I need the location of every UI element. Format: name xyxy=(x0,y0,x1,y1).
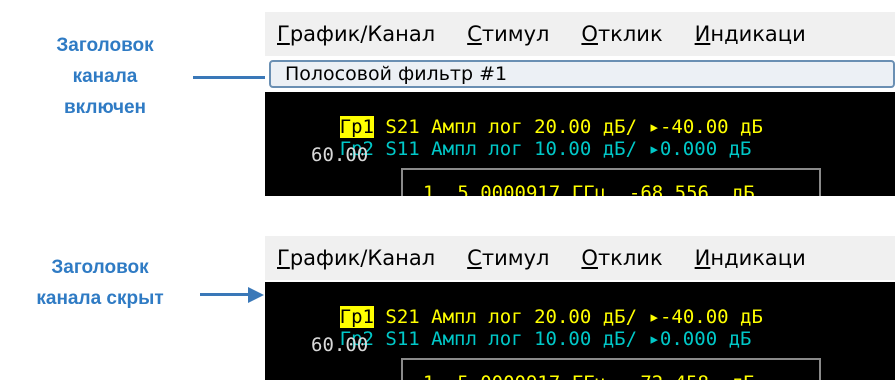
menu-graph-channel[interactable]: График/Канал xyxy=(277,22,435,46)
menu-accelerator: О xyxy=(581,246,598,270)
scale-top-value: 60.00 xyxy=(311,334,369,356)
menu-response[interactable]: Отклик xyxy=(581,246,662,270)
callout-arrow-head xyxy=(248,287,264,303)
menu-label: рафик/Канал xyxy=(289,246,436,270)
panel-title-visible: График/Канал Стимул Отклик Индикаци Поло… xyxy=(265,12,895,196)
callout-line: канала скрыт xyxy=(36,288,164,309)
menu-response[interactable]: Отклик xyxy=(581,22,662,46)
menu-label: тклик xyxy=(597,246,663,270)
menu-label: тклик xyxy=(597,22,663,46)
measurement-screen: Гр1 S21 Ампл лог 20.00 дБ/ ▸-40.00 дБ Гр… xyxy=(265,92,895,196)
menu-stimulus[interactable]: Стимул xyxy=(467,22,549,46)
menu-accelerator: Г xyxy=(277,246,290,270)
menu-display[interactable]: Индикаци xyxy=(695,22,806,46)
menu-accelerator: Г xyxy=(277,22,290,46)
callout-arrow-shaft xyxy=(200,293,250,296)
menu-display[interactable]: Индикаци xyxy=(695,246,806,270)
marker-readout: 1 5.0000917 ГГц -72.458 дБ xyxy=(401,358,821,380)
menu-accelerator: О xyxy=(581,22,598,46)
trace2-settings: Гр2 S11 Ампл лог 10.00 дБ/ ▸0.000 дБ xyxy=(339,138,752,160)
callout-title-visible: Заголовок канала включен xyxy=(20,30,190,123)
callout-connector-line xyxy=(193,76,265,79)
measurement-screen: Гр1 S21 Ампл лог 20.00 дБ/ ▸-40.00 дБ Гр… xyxy=(265,282,895,380)
menu-stimulus[interactable]: Стимул xyxy=(467,246,549,270)
menu-label: рафик/Канал xyxy=(289,22,436,46)
menu-label: ндикаци xyxy=(710,22,806,46)
callout-line: включен xyxy=(63,97,147,118)
menu-label: ндикаци xyxy=(710,246,806,270)
menu-accelerator: И xyxy=(694,246,711,270)
menu-label: тимул xyxy=(481,22,550,46)
trace2-settings: Гр2 S11 Ампл лог 10.00 дБ/ ▸0.000 дБ xyxy=(339,328,752,350)
menu-bar: График/Канал Стимул Отклик Индикаци xyxy=(265,236,895,280)
menu-accelerator: С xyxy=(467,246,482,270)
scale-top-value: 60.00 xyxy=(311,144,369,166)
panel-title-hidden: График/Канал Стимул Отклик Индикаци Гр1 … xyxy=(265,236,895,380)
menu-graph-channel[interactable]: График/Канал xyxy=(277,246,435,270)
callout-title-hidden: Заголовок канала скрыт xyxy=(0,252,200,314)
callout-line: канала xyxy=(72,66,138,87)
callout-line: Заголовок xyxy=(51,257,149,278)
menu-accelerator: С xyxy=(467,22,482,46)
channel-title-bar[interactable]: Полосовой фильтр #1 xyxy=(269,60,895,88)
callout-line: Заголовок xyxy=(56,35,154,56)
menu-accelerator: И xyxy=(694,22,711,46)
marker-readout: 1 5.0000917 ГГц -68.556 дБ xyxy=(401,168,821,196)
menu-bar: График/Канал Стимул Отклик Индикаци xyxy=(265,12,895,56)
marker-readout-text: 1 5.0000917 ГГц -72.458 дБ xyxy=(423,372,755,380)
marker-readout-text: 1 5.0000917 ГГц -68.556 дБ xyxy=(423,182,755,196)
menu-label: тимул xyxy=(481,246,550,270)
